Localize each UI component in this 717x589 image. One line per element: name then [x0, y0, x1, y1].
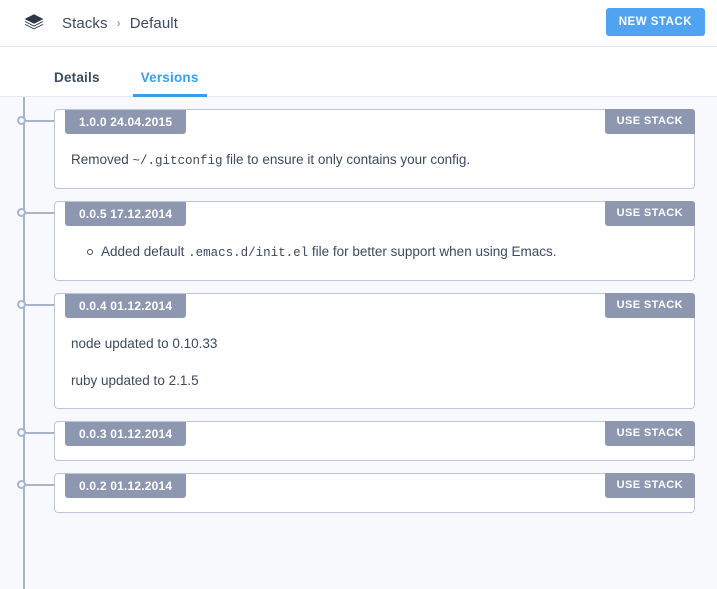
top-bar: Stacks › Default NEW STACK	[0, 0, 717, 47]
breadcrumb-separator-icon: ›	[116, 16, 121, 30]
breadcrumb: Stacks › Default	[62, 15, 178, 32]
tab-details[interactable]: Details	[50, 70, 104, 96]
version-changelog: Added default .emacs.d/init.el file for …	[55, 226, 694, 280]
version-entry: 0.0.3 01.12.2014 USE STACK	[17, 421, 695, 462]
version-card: 0.0.4 01.12.2014 USE STACK node updated to…	[54, 293, 695, 410]
version-card: 1.0.0 24.04.2015 USE STACK Removed ~/.gitc…	[54, 109, 695, 190]
changelog-paragraph: node updated to 0.10.33	[71, 336, 218, 352]
tab-versions[interactable]: Versions	[132, 70, 207, 97]
version-badge: 1.0.0 24.04.2015	[65, 110, 187, 134]
timeline-node-icon	[17, 428, 26, 438]
changelog-paragraph: Removed ~/.gitconfig file to ensure it o…	[71, 152, 471, 168]
version-badge: 0.0.2 01.12.2014	[65, 474, 187, 499]
use-stack-button[interactable]: USE STACK	[604, 473, 695, 499]
tab-bar: Details Versions	[0, 47, 717, 97]
inline-code: .emacs.d/init.el	[188, 246, 309, 261]
timeline-node-icon	[17, 300, 26, 310]
use-stack-button[interactable]: USE STACK	[604, 201, 695, 227]
version-changelog: node updated to 0.10.33 ruby updated to 2…	[55, 318, 694, 408]
version-card: 0.0.2 01.12.2014 USE STACK	[54, 473, 695, 514]
version-badge: 0.0.5 17.12.2014	[65, 202, 187, 227]
version-entry: 1.0.0 24.04.2015 USE STACK Removed ~/.gitc…	[17, 109, 695, 190]
version-card-header: 0.0.2 01.12.2014 USE STACK	[55, 473, 695, 499]
version-changelog	[55, 498, 694, 512]
use-stack-button[interactable]: USE STACK	[604, 421, 695, 447]
version-card-header: 0.0.3 01.12.2014 USE STACK	[55, 421, 695, 447]
version-changelog	[55, 446, 694, 460]
changelog-list: Added default .emacs.d/init.el file for …	[71, 242, 678, 262]
version-badge: 0.0.4 01.12.2014	[65, 294, 187, 319]
breadcrumb-current: Default	[129, 14, 178, 32]
breadcrumb-root[interactable]: Stacks	[62, 15, 108, 32]
changelog-list-item: Added default .emacs.d/init.el file for …	[87, 242, 678, 262]
version-card: 0.0.5 17.12.2014 USE STACK Added default .…	[54, 201, 695, 282]
timeline-node-icon	[17, 480, 26, 490]
timeline-node-icon	[17, 116, 26, 125]
layers-stack-icon	[24, 14, 44, 30]
version-list: 1.0.0 24.04.2015 USE STACK Removed ~/.gitc…	[0, 97, 717, 514]
version-card-header: 1.0.0 24.04.2015 USE STACK	[55, 109, 695, 134]
timeline-connector	[26, 484, 54, 487]
version-entry: 0.0.4 01.12.2014 USE STACK node updated to…	[17, 293, 695, 410]
version-entry: 0.0.2 01.12.2014 USE STACK	[17, 473, 695, 514]
version-badge: 0.0.3 01.12.2014	[65, 422, 187, 447]
version-entry: 0.0.5 17.12.2014 USE STACK Added default .…	[17, 201, 695, 282]
inline-code: ~/.gitconfig	[132, 154, 223, 168]
version-changelog: Removed ~/.gitconfig file to ensure it o…	[55, 134, 694, 188]
use-stack-button[interactable]: USE STACK	[604, 293, 695, 319]
version-card-header: 0.0.5 17.12.2014 USE STACK	[55, 201, 695, 227]
use-stack-button[interactable]: USE STACK	[604, 109, 695, 134]
timeline-connector	[26, 212, 54, 215]
versions-timeline-panel: 1.0.0 24.04.2015 USE STACK Removed ~/.gitc…	[0, 97, 717, 589]
version-card-header: 0.0.4 01.12.2014 USE STACK	[55, 293, 695, 319]
changelog-paragraph: ruby updated to 2.1.5	[71, 372, 199, 388]
timeline-connector	[26, 304, 54, 307]
timeline-node-icon	[17, 208, 26, 218]
timeline-connector	[26, 120, 54, 122]
version-card: 0.0.3 01.12.2014 USE STACK	[54, 421, 695, 462]
timeline-connector	[26, 432, 54, 435]
new-stack-button[interactable]: NEW STACK	[605, 8, 705, 36]
